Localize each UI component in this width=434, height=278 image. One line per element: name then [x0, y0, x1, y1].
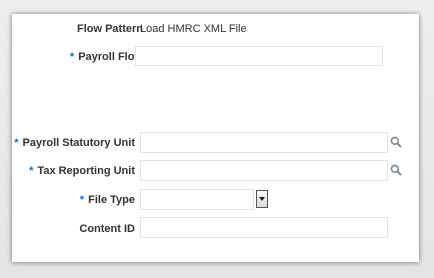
payroll-flow-label: * Payroll Flow — [69, 51, 143, 63]
required-marker: * — [79, 194, 85, 206]
chevron-down-icon[interactable] — [256, 190, 268, 208]
required-marker: * — [69, 51, 75, 63]
payroll-statutory-unit-input[interactable] — [140, 132, 388, 153]
payroll-flow-input[interactable] — [135, 46, 383, 66]
search-icon[interactable] — [390, 136, 402, 148]
file-type-select[interactable] — [140, 189, 254, 210]
form-panel: Flow Pattern Load HMRC XML File * Payroll… — [12, 14, 419, 262]
flow-pattern-label: Flow Pattern — [76, 23, 143, 35]
tax-reporting-unit-input[interactable] — [140, 160, 388, 181]
flow-pattern-value: Load HMRC XML File — [140, 23, 247, 35]
search-icon[interactable] — [390, 164, 402, 176]
content-id-input[interactable] — [140, 217, 388, 238]
file-type-label: * File Type — [79, 194, 135, 206]
window-frame: Flow Pattern Load HMRC XML File * Payroll… — [0, 0, 434, 278]
tax-reporting-unit-label: * Tax Reporting Unit — [29, 165, 135, 177]
required-marker: * — [29, 165, 34, 177]
payroll-statutory-unit-label: * Payroll Statutory Unit — [14, 137, 135, 149]
required-marker: * — [14, 137, 19, 149]
content-id-label: Content ID — [79, 223, 135, 235]
